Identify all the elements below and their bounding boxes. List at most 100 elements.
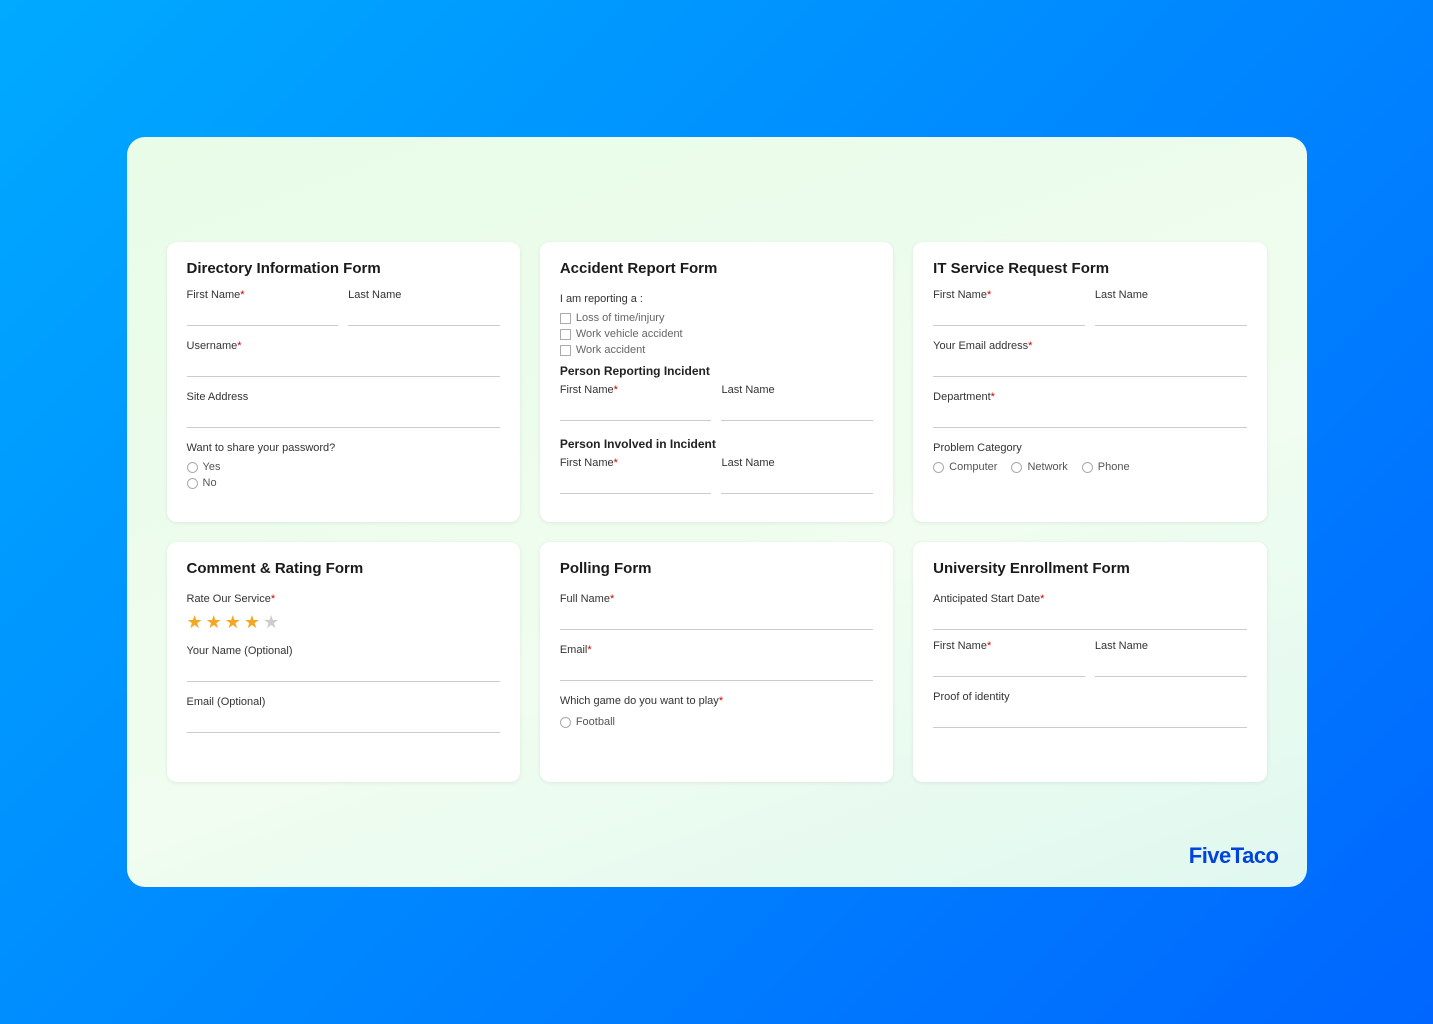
polling-game-label: Which game do you want to play* xyxy=(560,695,723,707)
univ-firstname-input[interactable] xyxy=(933,655,1085,677)
accident-cb-work-box xyxy=(560,345,571,356)
dir-firstname-input[interactable] xyxy=(187,304,339,326)
star-5[interactable]: ★ xyxy=(263,612,279,633)
brand-taco: Taco xyxy=(1231,843,1279,868)
accident-form-title: Accident Report Form xyxy=(560,260,873,277)
star-2[interactable]: ★ xyxy=(206,612,222,633)
polling-fullname-label: Full Name* xyxy=(560,593,614,605)
rate-label: Rate Our Service* xyxy=(187,593,276,605)
pi-lastname-label: Last Name xyxy=(721,457,873,469)
dir-firstname-label: First Name* xyxy=(187,289,339,301)
accident-cb-work[interactable]: Work accident xyxy=(560,344,873,356)
dir-radio-no-label: No xyxy=(203,477,217,489)
dir-password-radio-group: Yes No xyxy=(187,461,500,489)
polling-radio-football-circle xyxy=(560,717,571,728)
it-email-input[interactable] xyxy=(933,355,1246,377)
comment-name-label: Your Name (Optional) xyxy=(187,645,293,657)
it-radio-computer-label: Computer xyxy=(949,461,997,473)
outer-card: Directory Information Form First Name* L… xyxy=(127,137,1307,887)
star-3[interactable]: ★ xyxy=(225,612,241,633)
university-form-card: University Enrollment Form Anticipated S… xyxy=(913,542,1266,782)
accident-cb-work-label: Work accident xyxy=(576,344,646,356)
it-problem-radio-group: Computer Network Phone xyxy=(933,461,1246,473)
polling-form-title: Polling Form xyxy=(560,560,873,577)
it-email-label: Your Email address* xyxy=(933,340,1032,352)
accident-checkbox-group: Loss of time/injury Work vehicle acciden… xyxy=(560,312,873,356)
polling-radio-football-label: Football xyxy=(576,716,615,728)
pi-firstname-label: First Name* xyxy=(560,457,712,469)
comment-email-input[interactable] xyxy=(187,711,500,733)
it-department-label: Department* xyxy=(933,391,995,403)
dir-siteaddress-input[interactable] xyxy=(187,406,500,428)
polling-fullname-input[interactable] xyxy=(560,608,873,630)
univ-lastname-label: Last Name xyxy=(1095,640,1247,652)
accident-form-card: Accident Report Form I am reporting a : … xyxy=(540,242,893,522)
comment-email-label: Email (Optional) xyxy=(187,696,266,708)
it-radio-computer-circle xyxy=(933,462,944,473)
polling-email-input[interactable] xyxy=(560,659,873,681)
it-firstname-label: First Name* xyxy=(933,289,1085,301)
dir-radio-yes-label: Yes xyxy=(203,461,221,473)
dir-lastname-input[interactable] xyxy=(348,304,500,326)
it-radio-phone-label: Phone xyxy=(1098,461,1130,473)
dir-radio-no[interactable]: No xyxy=(187,477,500,489)
accident-cb-loss[interactable]: Loss of time/injury xyxy=(560,312,873,324)
univ-identity-input[interactable] xyxy=(933,706,1246,728)
dir-siteaddress-label: Site Address xyxy=(187,391,249,403)
polling-email-label: Email* xyxy=(560,644,592,656)
dir-radio-no-circle xyxy=(187,478,198,489)
accident-reporting-label: I am reporting a : xyxy=(560,293,643,305)
pi-firstname-input[interactable] xyxy=(560,472,712,494)
it-lastname-label: Last Name xyxy=(1095,289,1247,301)
accident-cb-loss-label: Loss of time/injury xyxy=(576,312,665,324)
pi-lastname-input[interactable] xyxy=(721,472,873,494)
it-service-form-card: IT Service Request Form First Name* Last… xyxy=(913,242,1266,522)
it-radio-computer[interactable]: Computer xyxy=(933,461,997,473)
accident-cb-loss-box xyxy=(560,313,571,324)
it-lastname-input[interactable] xyxy=(1095,304,1247,326)
dir-username-label: Username* xyxy=(187,340,242,352)
dir-password-label: Want to share your password? xyxy=(187,442,336,454)
it-radio-network-circle xyxy=(1011,462,1022,473)
star-4[interactable]: ★ xyxy=(244,612,260,633)
it-firstname-input[interactable] xyxy=(933,304,1085,326)
comment-name-input[interactable] xyxy=(187,660,500,682)
univ-lastname-input[interactable] xyxy=(1095,655,1247,677)
pr-firstname-input[interactable] xyxy=(560,399,712,421)
it-radio-phone[interactable]: Phone xyxy=(1082,461,1130,473)
it-form-title: IT Service Request Form xyxy=(933,260,1246,277)
pr-firstname-label: First Name* xyxy=(560,384,712,396)
accident-cb-vehicle-box xyxy=(560,329,571,340)
dir-username-input[interactable] xyxy=(187,355,500,377)
univ-startdate-input[interactable] xyxy=(933,608,1246,630)
person-reporting-label: Person Reporting Incident xyxy=(560,364,873,378)
polling-radio-football[interactable]: Football xyxy=(560,716,873,728)
dir-lastname-label: Last Name xyxy=(348,289,500,301)
univ-identity-label: Proof of identity xyxy=(933,691,1009,703)
it-radio-phone-circle xyxy=(1082,462,1093,473)
univ-startdate-label: Anticipated Start Date* xyxy=(933,593,1044,605)
it-radio-network-label: Network xyxy=(1027,461,1067,473)
polling-form-card: Polling Form Full Name* Email* Which gam… xyxy=(540,542,893,782)
dir-radio-yes-circle xyxy=(187,462,198,473)
it-problem-label: Problem Category xyxy=(933,442,1022,454)
directory-form-card: Directory Information Form First Name* L… xyxy=(167,242,520,522)
it-department-input[interactable] xyxy=(933,406,1246,428)
it-radio-network[interactable]: Network xyxy=(1011,461,1067,473)
star-rating[interactable]: ★ ★ ★ ★ ★ xyxy=(187,612,500,633)
univ-firstname-label: First Name* xyxy=(933,640,1085,652)
comment-rating-form-card: Comment & Rating Form Rate Our Service* … xyxy=(167,542,520,782)
brand-five: Five xyxy=(1189,843,1231,868)
dir-radio-yes[interactable]: Yes xyxy=(187,461,500,473)
star-1[interactable]: ★ xyxy=(187,612,203,633)
pr-lastname-label: Last Name xyxy=(721,384,873,396)
pr-lastname-input[interactable] xyxy=(721,399,873,421)
comment-form-title: Comment & Rating Form xyxy=(187,560,500,577)
form-grid: Directory Information Form First Name* L… xyxy=(167,242,1267,782)
accident-cb-vehicle[interactable]: Work vehicle accident xyxy=(560,328,873,340)
directory-form-title: Directory Information Form xyxy=(187,260,500,277)
polling-game-radio-group: Football xyxy=(560,716,873,728)
university-form-title: University Enrollment Form xyxy=(933,560,1246,577)
person-involved-label: Person Involved in Incident xyxy=(560,437,873,451)
brand-logo: FiveTaco xyxy=(1189,843,1279,869)
